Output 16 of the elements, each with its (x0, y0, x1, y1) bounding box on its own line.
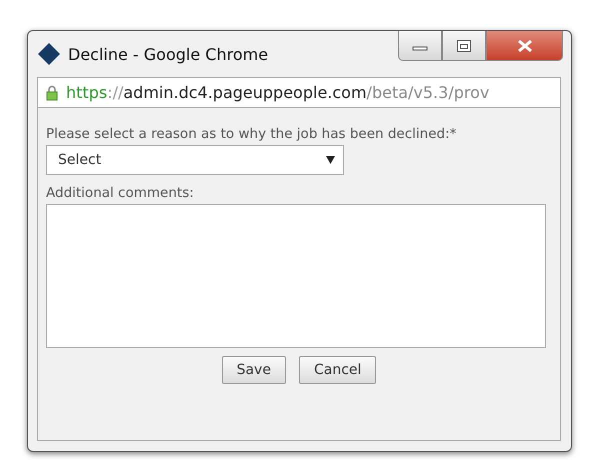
reason-label: Please select a reason as to why the job has been declined:* (46, 126, 456, 142)
maximize-icon (456, 38, 472, 52)
close-button[interactable] (486, 31, 563, 61)
url-text: https://admin.dc4.pageuppeople.com/beta/v5.3/prov (66, 83, 490, 102)
maximize-button[interactable] (442, 31, 486, 61)
dialog-button[interactable]: Save (222, 356, 286, 384)
dialog-button[interactable]: Cancel (298, 356, 376, 384)
reason-dropdown[interactable]: Select (46, 145, 344, 175)
app-logo-icon (37, 42, 61, 66)
comments-field[interactable] (46, 204, 546, 348)
close-icon (516, 38, 534, 52)
comments-label: Additional comments: (46, 185, 194, 201)
address-bar[interactable]: https://admin.dc4.pageuppeople.com/beta/v5.3/prov (37, 77, 561, 108)
window-title: Decline - Google Chrome (68, 44, 268, 64)
caret-icon (326, 156, 335, 164)
minimize-button[interactable] (398, 31, 442, 61)
